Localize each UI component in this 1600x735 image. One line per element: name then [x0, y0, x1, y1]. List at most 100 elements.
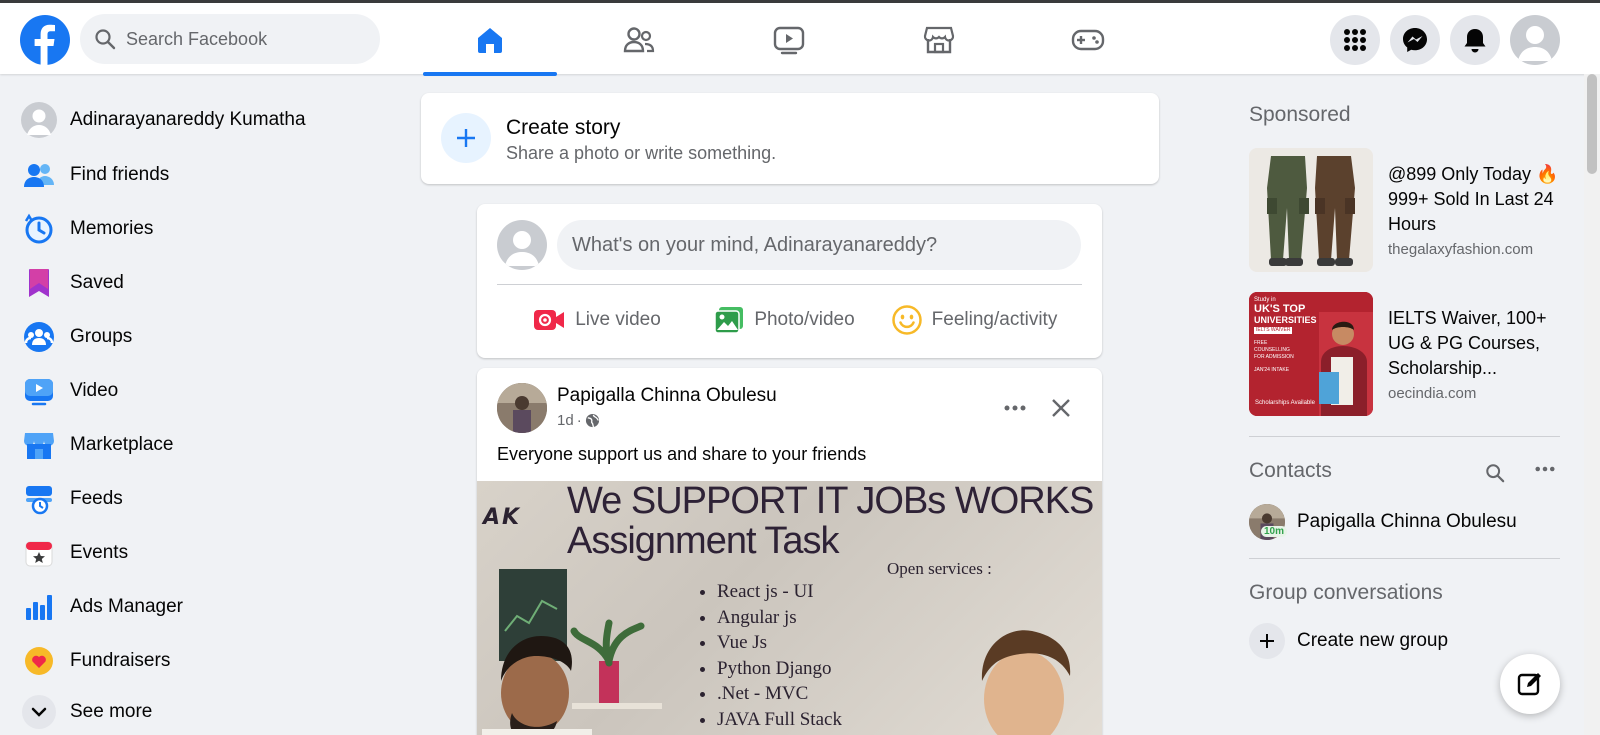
page-scrollbar[interactable] — [1584, 74, 1600, 735]
service-item: Angular js — [717, 607, 842, 633]
marketplace-tab[interactable] — [872, 6, 1006, 74]
plus-icon[interactable] — [441, 113, 491, 163]
sidebar-item-label: Ads Manager — [70, 596, 184, 617]
post-image[interactable]: AK We SUPPORT IT JOBs WORKS Assignment T… — [477, 481, 1102, 735]
sidebar-item-fundraisers[interactable]: Fundraisers — [12, 635, 392, 687]
sidebar-item-see-more[interactable]: See more — [12, 686, 392, 735]
avatar[interactable] — [497, 220, 547, 270]
service-item: JAVA Full Stack — [717, 709, 842, 735]
feed-post: Papigalla Chinna Obulesu 1d · Everyone s… — [477, 368, 1102, 735]
ads-manager-icon — [20, 588, 58, 626]
service-item: Python Django — [717, 658, 842, 684]
ad-domain: oecindia.com — [1388, 385, 1477, 402]
whats-on-your-mind-input[interactable] — [557, 220, 1081, 270]
live-video-icon — [534, 310, 565, 330]
gaming-icon — [1071, 29, 1105, 51]
close-icon[interactable] — [1043, 390, 1079, 426]
home-icon — [478, 28, 502, 53]
ad-thumbnail[interactable] — [1249, 148, 1373, 272]
sidebar-item-video[interactable]: Video — [12, 365, 392, 417]
divider — [1249, 436, 1560, 437]
sidebar-item-find-friends[interactable]: Find friends — [12, 149, 392, 201]
sponsored-ad[interactable]: @899 Only Today 🔥 999+ Sold In Last 24 H… — [1249, 148, 1579, 274]
sidebar-item-events[interactable]: Events — [12, 527, 392, 579]
post-author-avatar[interactable] — [497, 383, 547, 433]
compose-icon — [1517, 673, 1541, 696]
friends-tab[interactable] — [572, 6, 706, 74]
live-video-button[interactable]: Live video — [507, 296, 687, 344]
sponsored-heading: Sponsored — [1249, 103, 1351, 126]
post-meta: 1d · — [557, 412, 600, 429]
sidebar-item-label: Feeds — [70, 488, 123, 509]
feeling-activity-label: Feeling/activity — [931, 309, 1058, 330]
sidebar-item-groups[interactable]: Groups — [12, 311, 392, 363]
contacts-heading: Contacts — [1249, 459, 1332, 482]
ad-domain: thegalaxyfashion.com — [1388, 241, 1534, 258]
ad-image-line: FREE COUNSELLING FOR ADMISSION — [1254, 340, 1294, 360]
sidebar-item-marketplace[interactable]: Marketplace — [12, 419, 392, 471]
sidebar-item-label: Marketplace — [70, 434, 174, 455]
search-input[interactable] — [126, 28, 366, 50]
ad-image-line: JAN'24 INTAKE — [1254, 367, 1290, 373]
messenger-button[interactable] — [1390, 15, 1440, 65]
live-video-label: Live video — [575, 309, 661, 330]
post-image-brand: AK — [483, 505, 522, 530]
contacts-more-icon[interactable] — [1530, 458, 1560, 480]
gaming-tab[interactable] — [1021, 6, 1155, 74]
photo-video-button[interactable]: Photo/video — [692, 296, 877, 344]
fundraisers-icon — [20, 642, 58, 680]
post-composer: Live video Photo/video Feeling/activity — [477, 204, 1102, 358]
create-new-group-button[interactable]: Create new group — [1249, 622, 1448, 660]
service-item: .Net - MVC — [717, 683, 842, 709]
account-avatar[interactable] — [1510, 15, 1560, 65]
menu-button[interactable] — [1330, 15, 1380, 65]
sidebar-item-label: Events — [70, 542, 129, 563]
ad-image-line: UNIVERSITIES — [1254, 315, 1317, 325]
feeds-icon — [20, 480, 58, 518]
group-conversations-heading: Group conversations — [1249, 581, 1443, 604]
watch-tab[interactable] — [722, 6, 856, 74]
search-bar[interactable] — [80, 14, 380, 64]
messenger-icon — [1403, 28, 1427, 52]
sidebar-item-label: See more — [70, 701, 153, 722]
sidebar-item-profile[interactable]: Adinarayanareddy Kumatha — [12, 94, 392, 146]
marketplace-icon — [20, 426, 58, 464]
post-author-name[interactable]: Papigalla Chinna Obulesu — [557, 385, 777, 407]
photo-video-icon — [714, 307, 744, 334]
sidebar-item-saved[interactable]: Saved — [12, 257, 392, 309]
new-message-button[interactable] — [1500, 654, 1560, 714]
friends-icon — [623, 27, 655, 53]
post-image-services-list: React js - UI Angular js Vue Js Python D… — [717, 581, 842, 734]
contact-name: Papigalla Chinna Obulesu — [1297, 511, 1517, 532]
ad-thumbnail[interactable]: Study in UK'S TOP UNIVERSITIES IELTS WAI… — [1249, 292, 1373, 416]
sidebar-item-memories[interactable]: Memories — [12, 203, 392, 255]
sponsored-ad[interactable]: Study in UK'S TOP UNIVERSITIES IELTS WAI… — [1249, 292, 1579, 418]
create-story-card[interactable]: Create story Share a photo or write some… — [421, 93, 1159, 184]
sidebar-item-label: Find friends — [70, 164, 170, 185]
saved-icon — [20, 264, 58, 302]
contact-item[interactable]: Papigalla Chinna Obulesu — [1249, 502, 1560, 542]
sidebar-item-ads-manager[interactable]: Ads Manager — [12, 581, 392, 633]
create-new-group-label: Create new group — [1297, 630, 1449, 651]
facebook-logo-icon[interactable] — [20, 15, 70, 65]
meta-separator: · — [576, 412, 582, 429]
groups-icon — [20, 318, 58, 356]
sidebar-item-feeds[interactable]: Feeds — [12, 473, 392, 525]
ad-image-text: Study in UK'S TOP UNIVERSITIES IELTS WAI… — [1254, 297, 1324, 374]
ad-title: @899 Only Today 🔥 999+ Sold In Last 24 H… — [1388, 164, 1559, 234]
plus-icon — [1249, 623, 1285, 659]
feeling-activity-button[interactable]: Feeling/activity — [882, 296, 1067, 344]
service-item: Vue Js — [717, 632, 842, 658]
memories-icon — [20, 210, 58, 248]
notifications-button[interactable] — [1450, 15, 1500, 65]
divider — [1249, 558, 1560, 559]
events-icon — [20, 534, 58, 572]
contact-active-badge: 10m — [1261, 526, 1288, 537]
scrollbar-thumb[interactable] — [1587, 74, 1597, 174]
friends-icon — [20, 156, 58, 194]
more-options-icon[interactable] — [997, 390, 1033, 426]
contacts-search-icon[interactable] — [1480, 458, 1510, 488]
home-tab[interactable] — [423, 6, 557, 76]
post-time[interactable]: 1d — [557, 412, 574, 429]
search-icon — [94, 28, 116, 50]
